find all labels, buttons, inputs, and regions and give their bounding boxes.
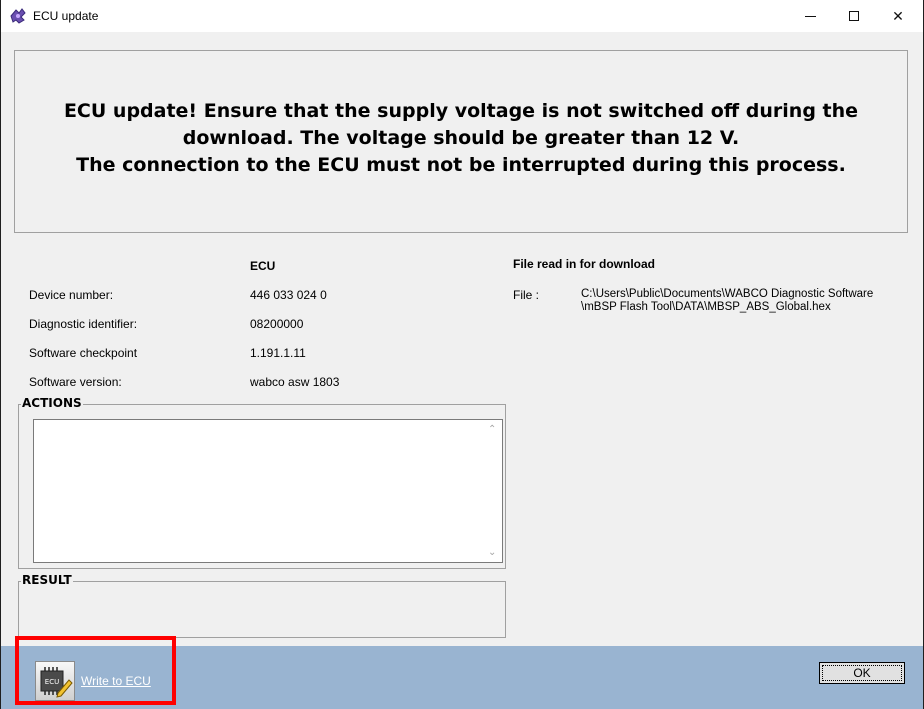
software-version-value: wabco asw 1803 xyxy=(250,375,340,389)
footer-bar: ECU Write to ECU OK xyxy=(1,646,923,709)
actions-group: ACTIONS ⌃ ⌄ xyxy=(18,396,506,569)
minimize-icon xyxy=(804,15,816,17)
maximize-icon xyxy=(849,11,859,21)
software-version-label: Software version: xyxy=(29,375,122,389)
ecu-chip-pencil-icon: ECU xyxy=(35,661,75,701)
diagnostic-identifier-value: 08200000 xyxy=(250,317,304,331)
ecu-column-header: ECU xyxy=(250,259,276,273)
scroll-up-icon[interactable]: ⌃ xyxy=(488,424,496,435)
maximize-button[interactable] xyxy=(831,0,877,32)
file-path-line1: C:\Users\Public\Documents\WABCO Diagnost… xyxy=(581,288,874,300)
minimize-button[interactable] xyxy=(787,0,833,32)
file-path-line2: \mBSP Flash Tool\DATA\MBSP_ABS_Global.he… xyxy=(581,301,831,313)
actions-log[interactable]: ⌃ ⌄ xyxy=(33,419,503,563)
actions-scrollbar[interactable]: ⌃ ⌄ xyxy=(486,422,500,560)
ecu-puzzle-icon xyxy=(9,7,27,25)
svg-text:ECU: ECU xyxy=(45,678,59,686)
result-title: RESULT xyxy=(21,573,73,587)
device-number-label: Device number: xyxy=(29,288,114,302)
software-checkpoint-label: Software checkpoint xyxy=(29,346,138,360)
scroll-down-icon[interactable]: ⌄ xyxy=(488,547,496,558)
diagnostic-identifier-label: Diagnostic identifier: xyxy=(29,317,138,331)
window-title: ECU update xyxy=(33,9,99,23)
write-to-ecu-label[interactable]: Write to ECU xyxy=(81,674,151,688)
software-checkpoint-value: 1.191.1.11 xyxy=(250,346,306,360)
actions-title: ACTIONS xyxy=(21,396,83,410)
title-bar: ECU update ✕ xyxy=(1,0,923,32)
device-number-value: 446 033 024 0 xyxy=(250,288,327,302)
ok-button[interactable]: OK xyxy=(819,662,905,684)
write-to-ecu-button[interactable]: ECU Write to ECU xyxy=(21,659,171,703)
warning-banner: ECU update! Ensure that the supply volta… xyxy=(14,50,908,233)
close-button[interactable]: ✕ xyxy=(875,0,921,32)
file-label: File : xyxy=(513,288,540,302)
result-group: RESULT xyxy=(18,573,506,638)
warning-message: ECU update! Ensure that the supply volta… xyxy=(63,100,859,176)
close-icon: ✕ xyxy=(892,7,904,24)
file-section-header: File read in for download xyxy=(513,257,656,271)
ecu-update-window: ECU update ✕ ECU update! Ensure that the… xyxy=(0,0,924,709)
